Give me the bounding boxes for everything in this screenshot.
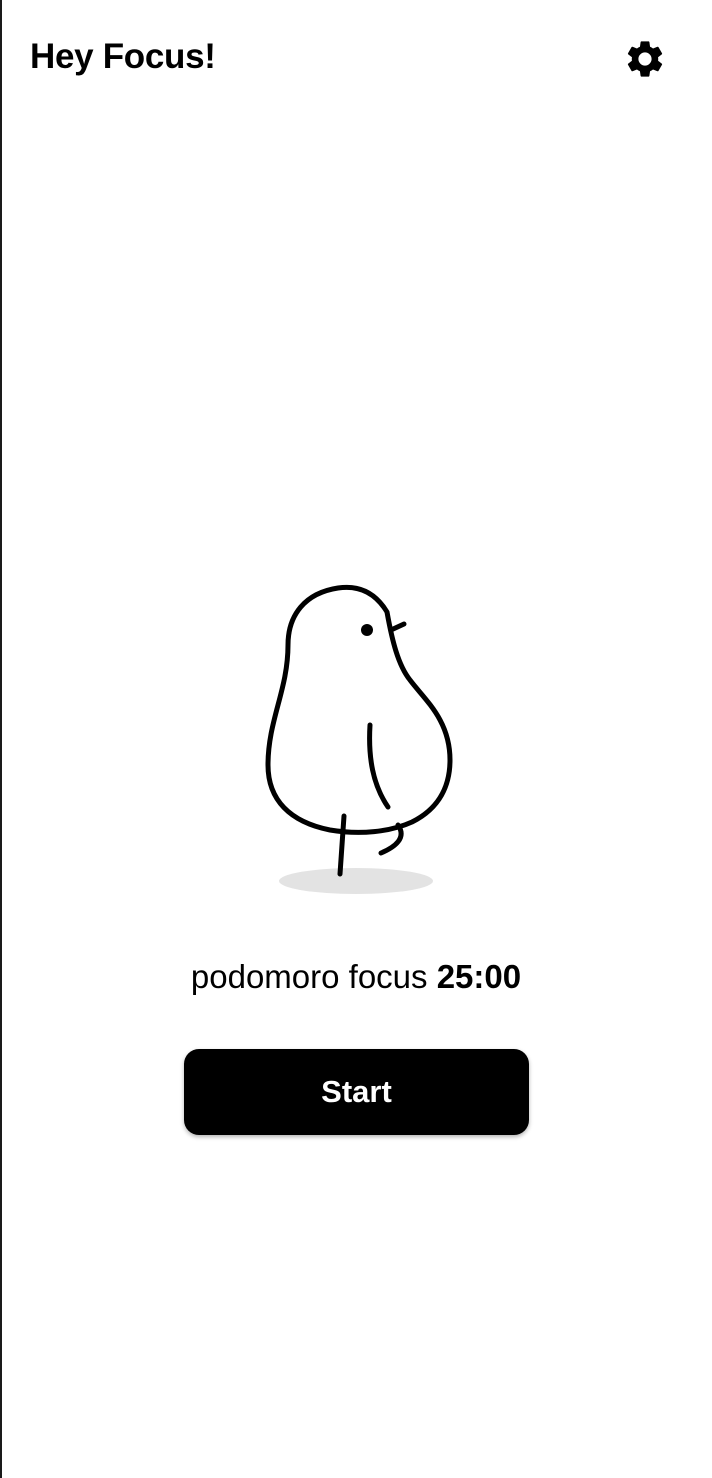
chick-wing — [367, 722, 391, 810]
chick-body-outline — [265, 584, 453, 835]
gear-icon — [627, 41, 663, 77]
app-bar: Hey Focus! — [0, 0, 712, 116]
chick-leg-left — [337, 813, 347, 877]
chick-illustration — [236, 560, 476, 910]
timer-value: 25:00 — [436, 958, 522, 995]
chick-eye — [361, 624, 373, 636]
ground-shadow — [279, 868, 433, 894]
app-title: Hey Focus! — [30, 37, 216, 76]
start-button[interactable]: Start — [184, 1049, 529, 1135]
settings-button[interactable] — [618, 32, 672, 86]
chick-beak — [388, 621, 407, 633]
timer-display: podomoro focus 25:00 — [0, 956, 712, 998]
window-edge — [0, 0, 2, 1478]
timer-label: podomoro focus — [190, 958, 428, 995]
